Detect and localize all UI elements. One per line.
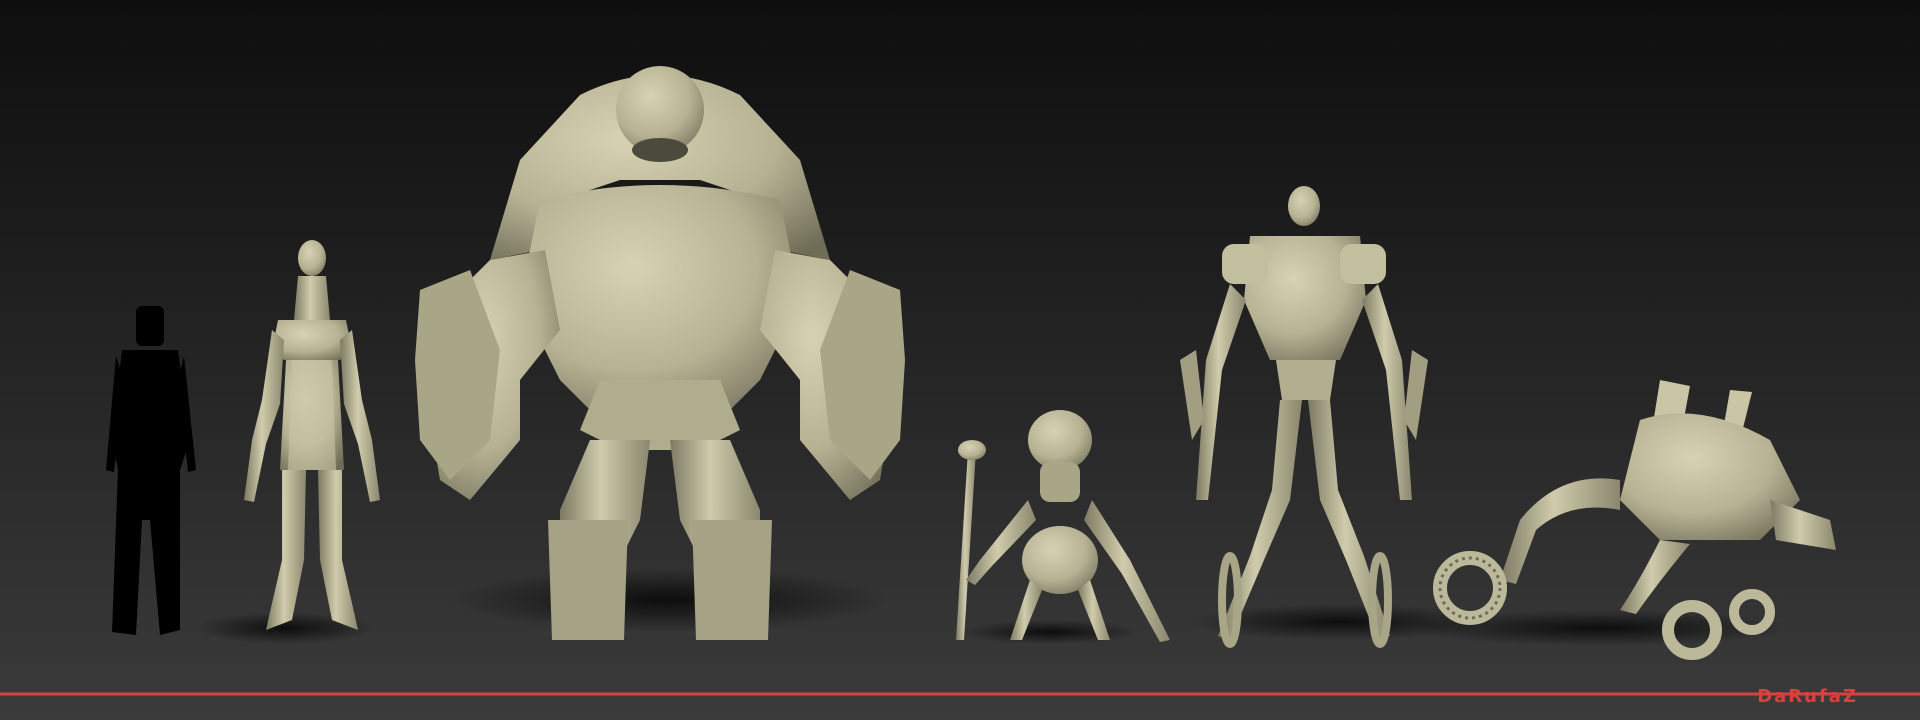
armored-blade-mech-figure [1180, 186, 1428, 648]
artist-signature: DaRufaZ [1757, 686, 1858, 707]
creature-lineup-scene [0, 66, 1920, 696]
hulking-brute-figure [415, 66, 905, 640]
ground-shadows [195, 568, 1790, 646]
human-silhouette-figure [106, 306, 196, 635]
small-staff-creature-figure [956, 410, 1170, 642]
slender-alien-figure [244, 240, 380, 630]
